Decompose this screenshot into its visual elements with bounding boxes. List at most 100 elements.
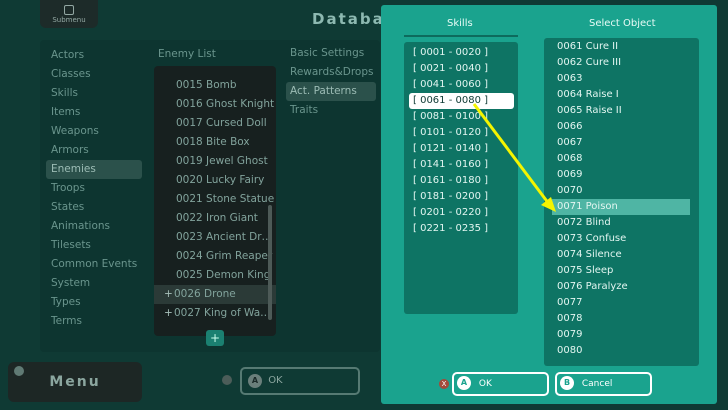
enemy-tab[interactable]: Act. Patterns <box>286 82 376 101</box>
category-item[interactable]: Troops <box>46 179 142 198</box>
object-item[interactable]: 0067 <box>544 135 699 151</box>
category-item[interactable]: Terms <box>46 312 142 331</box>
category-item[interactable]: Actors <box>46 46 142 65</box>
category-item[interactable]: Common Events <box>46 255 142 274</box>
skill-range-item[interactable]: [ 0141 - 0160 ] <box>404 157 518 173</box>
enemy-list-item[interactable]: 0015 Bomb <box>154 76 276 95</box>
enemy-name: 0023 Ancient Dr… <box>176 231 273 243</box>
skill-range-item[interactable]: [ 0021 - 0040 ] <box>404 61 518 77</box>
category-list: Actors Classes Skills Items Weapons Armors Ene… <box>46 46 142 331</box>
enemy-list-item[interactable]: 0019 Jewel Ghost <box>154 152 276 171</box>
object-item[interactable]: 0080 <box>544 343 699 359</box>
object-item[interactable]: 0061 Cure II <box>544 39 699 55</box>
enemy-list-item[interactable]: 0017 Cursed Doll <box>154 114 276 133</box>
category-item[interactable]: Animations <box>46 217 142 236</box>
object-item[interactable]: 0063 <box>544 71 699 87</box>
object-list: 0061 Cure II 0062 Cure III 0063 0064 Raise … <box>544 38 699 366</box>
enemy-list-title: Enemy List <box>158 48 216 60</box>
category-item[interactable]: Types <box>46 293 142 312</box>
object-item[interactable]: 0075 Sleep <box>544 263 699 279</box>
skills-title: Skills <box>447 18 473 29</box>
category-item[interactable]: Items <box>46 103 142 122</box>
object-item[interactable]: 0065 Raise II <box>544 103 699 119</box>
object-item[interactable]: 0073 Confuse <box>544 231 699 247</box>
object-item[interactable]: 0068 <box>544 151 699 167</box>
skill-range-item[interactable]: [ 0221 - 0235 ] <box>404 221 518 237</box>
skill-range-item[interactable]: [ 0121 - 0140 ] <box>404 141 518 157</box>
skill-range-item[interactable]: [ 0201 - 0220 ] <box>404 205 518 221</box>
object-item[interactable]: 0062 Cure III <box>544 55 699 71</box>
skill-range-item[interactable]: [ 0101 - 0120 ] <box>404 125 518 141</box>
skill-range-item[interactable]: [ 0001 - 0020 ] <box>404 45 518 61</box>
menu-button[interactable]: Menu <box>8 362 142 402</box>
b-button-icon: B <box>560 375 574 390</box>
object-item[interactable]: 0077 <box>544 295 699 311</box>
enemy-tab[interactable]: Basic Settings <box>286 44 376 63</box>
ok-label: OK <box>478 379 492 389</box>
enemy-tab[interactable]: Traits <box>286 101 376 120</box>
skill-range-list: [ 0001 - 0020 ][ 0021 - 0040 ][ 0041 - 0… <box>404 42 518 314</box>
add-enemy-button[interactable]: + <box>206 330 224 346</box>
enemy-name: 0019 Jewel Ghost <box>176 155 268 167</box>
category-item[interactable]: Armors <box>46 141 142 160</box>
enemy-name: 0025 Demon King <box>176 269 271 281</box>
enemy-list-item[interactable]: +0027 King of Wa… <box>154 304 276 323</box>
category-item[interactable]: Weapons <box>46 122 142 141</box>
object-item[interactable]: 0064 Raise I <box>544 87 699 103</box>
ok-button[interactable]: A OK <box>452 372 549 396</box>
object-item[interactable]: 0076 Paralyze <box>544 279 699 295</box>
enemy-list: 0015 Bomb 0016 Ghost Knight 0017 Cursed Do… <box>154 66 276 336</box>
object-item[interactable]: 0070 <box>544 183 699 199</box>
enemy-list-item[interactable]: 0024 Grim Reaper <box>154 247 276 266</box>
object-item[interactable]: 0079 <box>544 327 699 343</box>
select-object-dialog: Skills [ 0001 - 0020 ][ 0021 - 0040 ][ 0… <box>381 5 717 404</box>
category-item[interactable]: Enemies <box>46 160 142 179</box>
skill-range-item[interactable]: [ 0081 - 0100 ] <box>404 109 518 125</box>
cancel-label: Cancel <box>581 379 613 389</box>
enemy-list-scrollbar[interactable] <box>268 205 272 320</box>
category-item[interactable]: Tilesets <box>46 236 142 255</box>
enemy-list-item[interactable]: 0022 Iron Giant <box>154 209 276 228</box>
enemy-tab[interactable]: Rewards&Drops <box>286 63 376 82</box>
skill-range-item[interactable]: [ 0061 - 0080 ] <box>409 93 514 109</box>
enemy-name: 0015 Bomb <box>176 79 237 91</box>
category-item[interactable]: Classes <box>46 65 142 84</box>
cancel-button[interactable]: B Cancel <box>555 372 652 396</box>
object-item[interactable]: 0069 <box>544 167 699 183</box>
object-item[interactable]: 0074 Silence <box>544 247 699 263</box>
skill-range-item[interactable]: [ 0161 - 0180 ] <box>404 173 518 189</box>
enemy-list-item[interactable]: +0026 Drone <box>154 285 276 304</box>
enemy-list-item[interactable]: 0025 Demon King <box>154 266 276 285</box>
object-item[interactable]: 0072 Blind <box>544 215 699 231</box>
category-item[interactable]: System <box>46 274 142 293</box>
enemy-list-item[interactable]: 0018 Bite Box <box>154 133 276 152</box>
enemy-list-item[interactable]: 0021 Stone Statue <box>154 190 276 209</box>
submenu-button[interactable]: Submenu <box>40 0 98 28</box>
enemy-name: 0026 Drone <box>174 288 236 300</box>
category-item[interactable]: Skills <box>46 84 142 103</box>
enemy-name: 0020 Lucky Fairy <box>176 174 265 186</box>
skill-range-item[interactable]: [ 0041 - 0060 ] <box>404 77 518 93</box>
skill-range-item[interactable]: [ 0181 - 0200 ] <box>404 189 518 205</box>
a-button-icon: A <box>457 375 471 390</box>
menu-label: Menu <box>49 374 101 390</box>
enemy-tabs: Basic Settings Rewards&Drops Act. Patterns… <box>286 44 376 120</box>
category-item[interactable]: States <box>46 198 142 217</box>
enemy-name: 0017 Cursed Doll <box>176 117 267 129</box>
select-object-title: Select Object <box>589 18 656 29</box>
enemy-name: 0022 Iron Giant <box>176 212 258 224</box>
enemy-name: 0027 King of Wa… <box>174 307 271 319</box>
bg-ok-button[interactable]: A OK <box>240 367 360 395</box>
submenu-label: Submenu <box>52 15 86 24</box>
enemy-list-item[interactable]: 0016 Ghost Knight <box>154 95 276 114</box>
plus-icon: + <box>164 288 173 300</box>
enemy-name: 0024 Grim Reaper <box>176 250 273 262</box>
plus-icon: + <box>164 307 173 319</box>
enemy-name: 0016 Ghost Knight <box>176 98 275 110</box>
object-item[interactable]: 0066 <box>544 119 699 135</box>
skills-title-underline <box>404 35 518 37</box>
object-item[interactable]: 0078 <box>544 311 699 327</box>
object-item[interactable]: 0071 Poison <box>552 199 690 215</box>
enemy-list-item[interactable]: 0023 Ancient Dr… <box>154 228 276 247</box>
enemy-list-item[interactable]: 0020 Lucky Fairy <box>154 171 276 190</box>
